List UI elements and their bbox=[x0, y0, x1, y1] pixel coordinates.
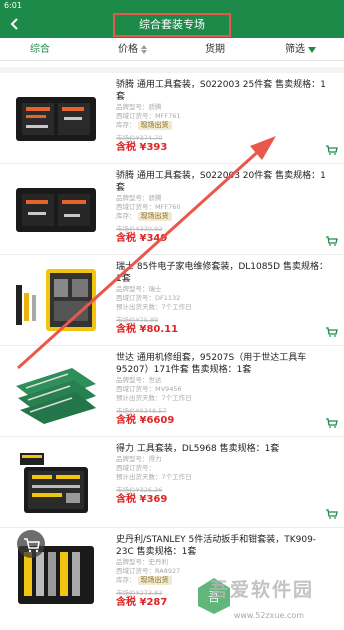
market-price: 市场价¥6348.57 bbox=[116, 407, 167, 415]
product-sku: 西域订货号：DF1132 bbox=[116, 294, 181, 302]
cart-icon[interactable] bbox=[326, 509, 338, 519]
market-price: 市场价¥273.83 bbox=[116, 589, 163, 597]
status-time: 6:01 bbox=[4, 1, 22, 10]
product-card[interactable]: 瑞士 85件电子家电维修套装，DL1085D 售卖规格：1套 品牌型号：瑞士 西… bbox=[0, 255, 344, 346]
product-sku: 西域订货号：MFF760 bbox=[116, 203, 181, 211]
product-brand: 品牌型号：世达 bbox=[116, 376, 162, 384]
product-stock: 库存： 现场出货 bbox=[116, 121, 330, 130]
floating-cart-icon bbox=[24, 538, 40, 553]
product-name: 世达 通用机修组套，95207S（用于世达工具车95207）171件套 售卖规格… bbox=[116, 353, 307, 375]
filter-label: 筛选 bbox=[285, 44, 305, 55]
cart-icon[interactable] bbox=[326, 145, 338, 155]
ship-badge: 现场出货 bbox=[137, 576, 172, 585]
stock-label: 库存： bbox=[116, 121, 136, 129]
product-sku: 西域订货号： bbox=[116, 464, 155, 472]
product-name: 骄腾 通用工具套装，S022003 25件套 售卖规格：1套 bbox=[116, 80, 326, 102]
product-price: 含税 ¥287 bbox=[116, 597, 168, 608]
product-delivery: 预计出货天数：7个工作日 bbox=[116, 303, 192, 311]
product-image bbox=[16, 188, 96, 232]
product-price: 含税 ¥80.11 bbox=[116, 324, 179, 335]
sort-comprehensive-label: 综合 bbox=[30, 44, 50, 55]
product-sku: 西域订货号：MV9456 bbox=[116, 385, 182, 393]
floating-cart-button[interactable] bbox=[17, 530, 45, 558]
sort-delivery[interactable]: 货期 bbox=[205, 38, 225, 61]
product-brand: 品牌型号：得力 bbox=[116, 455, 162, 463]
back-icon[interactable] bbox=[6, 15, 24, 33]
product-brand: 品牌型号：骄腾 bbox=[116, 103, 162, 111]
product-price: 含税 ¥349 bbox=[116, 233, 168, 244]
product-card[interactable]: 骄腾 通用工具套装，S022003 25件套 售卖规格：1套 品牌型号：骄腾 西… bbox=[0, 73, 344, 164]
product-price: 含税 ¥393 bbox=[116, 142, 168, 153]
product-sku: 西域订货号：MFF761 bbox=[116, 112, 181, 120]
market-price: 市场价¥75.89 bbox=[116, 316, 159, 324]
product-delivery: 预计出货天数：7个工作日 bbox=[116, 394, 192, 402]
product-image bbox=[16, 97, 96, 141]
product-name: 瑞士 85件电子家电维修套装，DL1085D 售卖规格：1套 bbox=[116, 262, 328, 284]
sort-caret-icon bbox=[141, 45, 147, 54]
product-name: 骄腾 通用工具套装，S022003 20件套 售卖规格：1套 bbox=[116, 171, 326, 193]
product-card[interactable]: 史丹利/STANLEY 5件活动扳手和钳套装，TK909-23C 售卖规格：1套… bbox=[0, 528, 344, 628]
sort-delivery-label: 货期 bbox=[205, 44, 225, 55]
stock-label: 库存： bbox=[116, 576, 136, 584]
product-card[interactable]: 骄腾 通用工具套装，S022003 20件套 售卖规格：1套 品牌型号：骄腾 西… bbox=[0, 164, 344, 255]
stock-label: 库存： bbox=[116, 212, 136, 220]
filter-button[interactable]: 筛选 bbox=[285, 38, 316, 61]
product-brand: 品牌型号：史丹利 bbox=[116, 558, 168, 566]
app-header: 综合套装专场 bbox=[0, 12, 344, 38]
sort-comprehensive[interactable]: 综合 bbox=[30, 38, 50, 61]
market-price: 市场价¥374.70 bbox=[116, 134, 163, 142]
market-price: 市场价¥326.36 bbox=[116, 486, 163, 494]
product-image bbox=[16, 269, 96, 331]
page-title: 综合套装专场 bbox=[113, 13, 231, 37]
ship-badge: 现场出货 bbox=[137, 121, 172, 130]
product-delivery: 预计出货天数：7个工作日 bbox=[116, 473, 192, 481]
product-brand: 品牌型号：骄腾 bbox=[116, 194, 162, 202]
market-price: 市场价¥330.92 bbox=[116, 225, 163, 233]
product-stock: 库存： 现场出货 bbox=[116, 212, 330, 221]
product-card[interactable]: 得力 工具套装，DL5968 售卖规格：1套 品牌型号：得力 西域订货号： 预计… bbox=[0, 437, 344, 528]
cart-icon[interactable] bbox=[326, 418, 338, 428]
product-price: 含税 ¥6609 bbox=[116, 415, 175, 426]
cart-icon[interactable] bbox=[326, 236, 338, 246]
product-price: 含税 ¥369 bbox=[116, 494, 168, 505]
product-sku: 西域订货号：RA8927 bbox=[116, 567, 181, 575]
product-stock: 库存： 现场出货 bbox=[116, 576, 330, 585]
filter-funnel-icon bbox=[308, 46, 316, 53]
product-card[interactable]: 世达 通用机修组套，95207S（用于世达工具车95207）171件套 售卖规格… bbox=[0, 346, 344, 437]
product-name: 史丹利/STANLEY 5件活动扳手和钳套装，TK909-23C 售卖规格：1套 bbox=[116, 535, 317, 557]
product-brand: 品牌型号：瑞士 bbox=[116, 285, 162, 293]
ship-badge: 现场出货 bbox=[137, 212, 172, 221]
sort-bar: 综合 价格 货期 筛选 bbox=[0, 38, 344, 61]
product-image bbox=[16, 368, 96, 424]
status-bar: 6:01 bbox=[0, 0, 344, 12]
product-image bbox=[20, 453, 88, 513]
product-name: 得力 工具套装，DL5968 售卖规格：1套 bbox=[116, 444, 280, 454]
product-list: 骄腾 通用工具套装，S022003 25件套 售卖规格：1套 品牌型号：骄腾 西… bbox=[0, 67, 344, 628]
sort-price-label: 价格 bbox=[118, 44, 138, 55]
cart-icon[interactable] bbox=[326, 327, 338, 337]
sort-price[interactable]: 价格 bbox=[118, 38, 147, 61]
